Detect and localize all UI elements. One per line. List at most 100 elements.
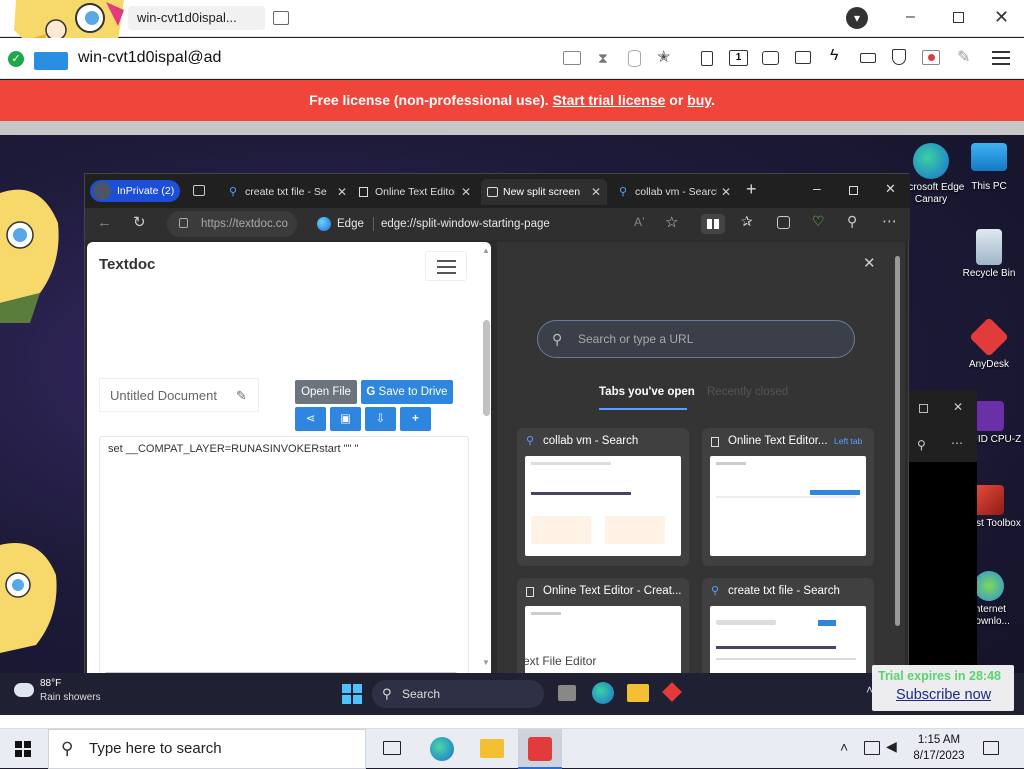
restore-icon[interactable] [919,404,928,413]
split-search-input[interactable]: ⚲ Search or type a URL [537,320,855,358]
shield-icon[interactable] [892,49,906,65]
extensions-icon[interactable]: ⚲ [847,213,857,230]
display-icon[interactable] [762,51,779,65]
weather-icon[interactable] [14,683,34,697]
save-to-drive-button[interactable]: G Save to Drive [361,380,453,404]
desktop-icon-this-pc[interactable]: This PC [954,143,1024,193]
tab-collab-vm[interactable]: ⚲ collab vm - Search ✕ [613,179,737,205]
back-arrow-icon[interactable]: ← [97,214,112,231]
rd-session-tab[interactable]: win-cvt1d0ispal... [128,6,265,30]
chat-icon[interactable] [795,51,811,64]
close-icon[interactable]: ✕ [994,7,1009,28]
read-aloud-icon[interactable]: Aʼ [634,215,645,229]
keyboard-icon[interactable] [860,53,876,63]
tab-new-split-screen[interactable]: New split screen ✕ [481,179,607,205]
close-tab-icon[interactable]: ✕ [591,179,601,205]
hourglass-icon[interactable]: ⧗ [598,50,608,67]
favorite-icon[interactable]: ☆ [665,213,678,231]
pen-icon[interactable]: ✎ [957,47,970,67]
split-pane-right: ✕ ⚲ Search or type a URL Tabs you've ope… [497,242,905,715]
textdoc-logo[interactable]: Textdoc [99,256,155,273]
screen-icon[interactable] [563,51,581,65]
edge-canary-taskbar-icon[interactable] [592,682,614,704]
more-options-icon[interactable]: ⋯ [882,212,897,230]
subscribe-link[interactable]: Subscribe now [896,687,991,703]
textdoc-menu-button[interactable] [425,251,467,281]
extensions-icon[interactable]: ⚲ [917,438,926,452]
tab-card-online-text-editor[interactable]: Online Text Editor... Left tab [702,428,874,566]
tab-tabs-you-open[interactable]: Tabs you've open [599,386,695,398]
new-tab-plus-icon[interactable]: + [746,179,757,200]
minimize-icon[interactable]: – [813,180,821,196]
start-windows-icon[interactable] [342,684,362,704]
close-tab-icon[interactable]: ✕ [461,179,471,205]
database-icon[interactable] [628,50,641,67]
notifications-icon[interactable] [983,741,999,755]
scroll-down-icon[interactable]: ▼ [482,658,490,667]
more-icon[interactable]: ⋯ [951,436,963,450]
task-view-icon[interactable] [383,741,401,755]
lock-button[interactable]: ▣ [330,407,361,431]
background-window: ✕ ⚲ ⋯ [909,390,977,670]
weather-temp[interactable]: 88°F [40,678,61,689]
monitor-1-icon[interactable]: 1 [729,50,748,66]
network-icon[interactable] [864,741,880,755]
address-divider [373,217,374,231]
open-file-button[interactable]: Open File [295,380,357,404]
maximize-icon[interactable] [849,186,858,195]
new-document-button[interactable]: + [400,407,431,431]
scroll-up-icon[interactable]: ▲ [482,246,490,255]
desktop-icon-anydesk[interactable]: AnyDesk [954,317,1024,371]
scrollbar[interactable] [895,256,900,626]
left-pane-address[interactable]: https://textdoc.co [167,211,297,237]
tab-online-text-editor[interactable]: Online Text Editor ✕ [353,179,477,205]
taskview-icon[interactable] [558,685,576,701]
download-button[interactable]: ⇩ [365,407,396,431]
record-icon[interactable] [922,50,940,65]
start-trial-link[interactable]: Start trial license [553,92,666,108]
desktop-icon-recycle-bin[interactable]: Recycle Bin [954,229,1024,280]
close-pane-icon[interactable]: ✕ [863,254,876,272]
close-tab-icon[interactable]: ✕ [721,179,731,205]
tab-card-collab-vm[interactable]: ⚲ collab vm - Search [517,428,689,566]
lightning-icon[interactable]: ϟ [830,47,838,65]
edge-taskbar-icon[interactable] [430,737,454,761]
scrollbar[interactable] [483,320,490,416]
favorite-star-icon[interactable]: ✭ [657,47,670,67]
weather-desc[interactable]: Rain showers [40,692,101,703]
document-name-field[interactable]: Untitled Document ✎ [99,378,259,412]
close-icon[interactable]: ✕ [885,181,896,197]
minimize-icon[interactable]: – [906,9,922,26]
tab-recently-closed[interactable]: Recently closed [707,386,788,398]
collections-icon[interactable] [777,216,790,229]
anydesk-active-app[interactable] [518,729,562,769]
right-pane-address[interactable]: Edge edge://split-window-starting-page [307,211,757,237]
inprivate-badge[interactable]: InPrivate (2) [90,180,180,202]
search-icon: ⚲ [526,435,535,447]
local-search-box[interactable]: ⚲ Type here to search [48,729,366,769]
close-icon[interactable]: ✕ [953,400,963,414]
hamburger-menu-icon[interactable] [992,51,1010,65]
tab-actions-icon[interactable] [193,185,205,196]
file-explorer-icon[interactable] [480,739,504,758]
share-button[interactable]: ⋖ [295,407,326,431]
clock[interactable]: 1:15 AM 8/17/2023 [903,732,975,764]
window-icon[interactable] [273,11,289,25]
tray-chevron-icon[interactable]: ˄ [840,739,848,755]
edit-icon[interactable]: ✎ [236,379,247,413]
tab-create-txt-file[interactable]: ⚲ create txt file - Search ✕ [223,179,353,205]
split-screen-toggle-icon[interactable] [701,214,725,234]
close-tab-icon[interactable]: ✕ [337,179,347,205]
remote-search-box[interactable]: ⚲ Search [372,680,544,708]
anydesk-taskbar-icon[interactable] [662,682,682,702]
buy-link[interactable]: buy [687,92,711,108]
refresh-icon[interactable]: ↻ [133,213,146,231]
restore-icon[interactable] [953,12,964,23]
file-explorer-icon[interactable] [627,684,649,702]
favorites-bar-icon[interactable]: ✰ [741,213,753,230]
volume-icon[interactable]: ◀ [886,738,897,755]
account-icon[interactable]: ▾ [846,7,868,29]
performance-icon[interactable]: ♡ [812,213,825,230]
send-file-icon[interactable] [701,51,713,66]
windows-start-icon[interactable] [15,741,31,757]
